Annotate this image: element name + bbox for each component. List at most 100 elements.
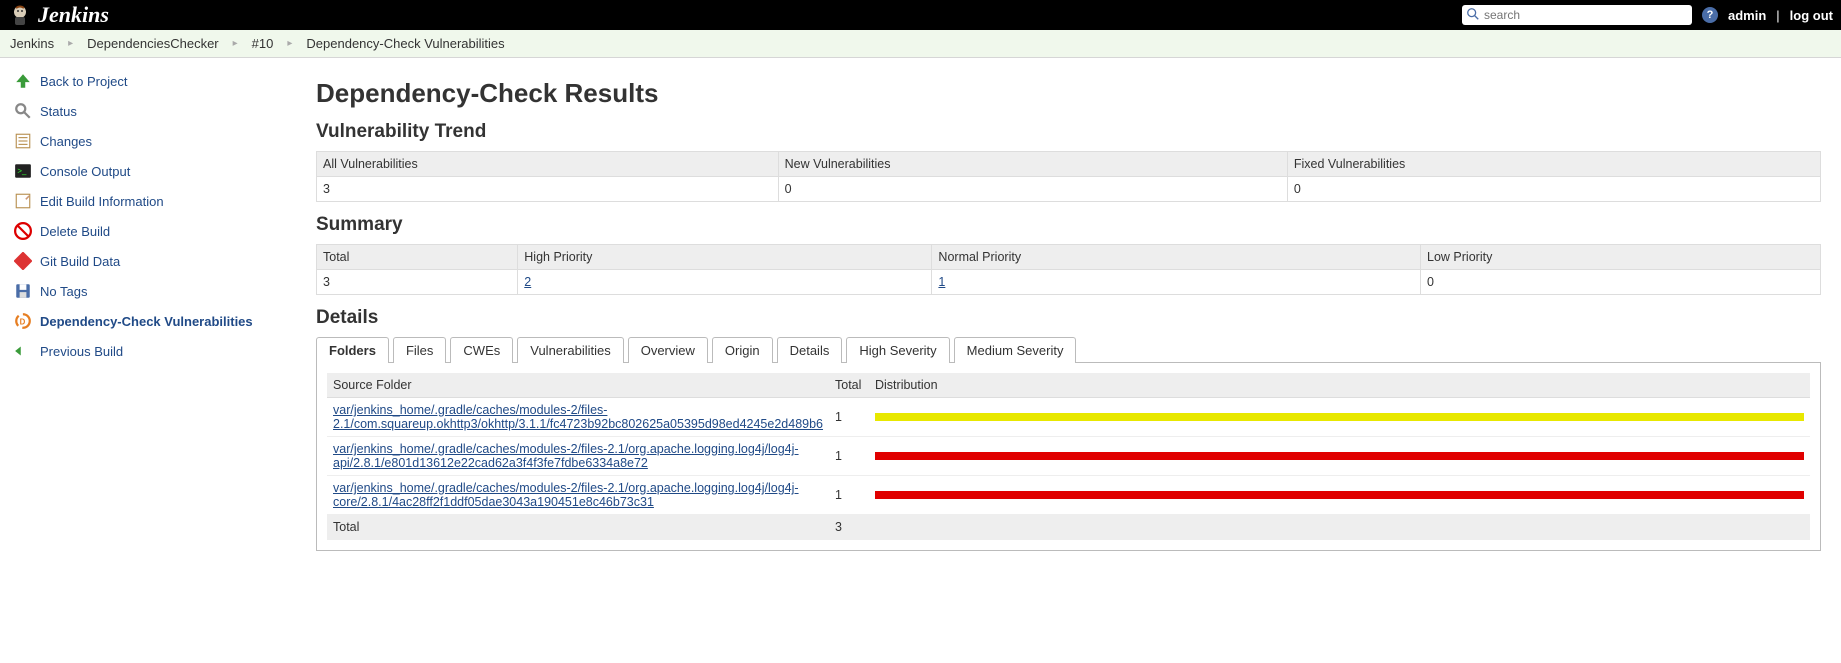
- save-icon: [14, 282, 32, 300]
- tab-medium-severity[interactable]: Medium Severity: [954, 337, 1077, 363]
- total-cell: 1: [829, 398, 869, 437]
- sidebar-item-label: Console Output: [40, 164, 130, 179]
- summary-value: 3: [317, 270, 518, 295]
- total-cell: 1: [829, 476, 869, 515]
- total-label: Total: [327, 515, 829, 540]
- sidebar-item-label: Status: [40, 104, 77, 119]
- sidebar-item-console-output[interactable]: >_ Console Output: [0, 156, 300, 186]
- sidebar-item-label: Delete Build: [40, 224, 110, 239]
- breadcrumb-item[interactable]: DependenciesChecker: [87, 36, 219, 51]
- details-tabs: Folders Files CWEs Vulnerabilities Overv…: [316, 337, 1821, 363]
- normal-priority-link[interactable]: 1: [938, 275, 945, 289]
- tab-origin[interactable]: Origin: [712, 337, 773, 363]
- sidebar-item-changes[interactable]: Changes: [0, 126, 300, 156]
- chevron-right-icon: ▸: [68, 38, 73, 49]
- sidebar-item-previous-build[interactable]: Previous Build: [0, 336, 300, 366]
- tab-folders[interactable]: Folders: [316, 337, 389, 363]
- distribution-bar: [875, 491, 1804, 499]
- sidebar-item-back-to-project[interactable]: Back to Project: [0, 66, 300, 96]
- sidebar-item-status[interactable]: Status: [0, 96, 300, 126]
- summary-table: Total High Priority Normal Priority Low …: [316, 244, 1821, 295]
- details-header: Total: [829, 373, 869, 398]
- distribution-cell: [869, 437, 1810, 476]
- distribution-cell: [869, 515, 1810, 540]
- tab-high-severity[interactable]: High Severity: [846, 337, 949, 363]
- details-heading: Details: [316, 307, 1821, 329]
- sidebar-item-label: No Tags: [40, 284, 87, 299]
- sidebar-item-edit-build-information[interactable]: Edit Build Information: [0, 186, 300, 216]
- svg-text:D: D: [20, 317, 26, 326]
- sidebar-item-delete-build[interactable]: Delete Build: [0, 216, 300, 246]
- summary-header: Low Priority: [1421, 245, 1821, 270]
- arrow-left-icon: [14, 342, 32, 360]
- breadcrumb-item[interactable]: #10: [252, 36, 274, 51]
- git-icon: [14, 252, 32, 270]
- folder-link[interactable]: var/jenkins_home/.gradle/caches/modules-…: [333, 403, 823, 431]
- main-content: Dependency-Check Results Vulnerability T…: [300, 58, 1841, 591]
- summary-heading: Summary: [316, 214, 1821, 236]
- table-row: var/jenkins_home/.gradle/caches/modules-…: [327, 398, 1810, 437]
- total-cell: 1: [829, 437, 869, 476]
- details-table: Source Folder Total Distribution var/jen…: [327, 373, 1810, 540]
- search-input[interactable]: [1480, 8, 1688, 22]
- chevron-right-icon: ▸: [287, 38, 292, 49]
- sidebar-item-label: Changes: [40, 134, 92, 149]
- logout-link[interactable]: log out: [1790, 8, 1833, 23]
- tab-overview[interactable]: Overview: [628, 337, 708, 363]
- logo-area[interactable]: Jenkins: [8, 2, 109, 28]
- folder-cell: var/jenkins_home/.gradle/caches/modules-…: [327, 398, 829, 437]
- trend-heading: Vulnerability Trend: [316, 121, 1821, 143]
- trend-header: Fixed Vulnerabilities: [1287, 152, 1820, 177]
- summary-value: 2: [518, 270, 932, 295]
- user-link[interactable]: admin: [1728, 8, 1766, 23]
- search-box[interactable]: [1462, 5, 1692, 25]
- sidebar-item-dependency-check-vulnerabilities[interactable]: D Dependency-Check Vulnerabilities: [0, 306, 300, 336]
- details-header: Source Folder: [327, 373, 829, 398]
- details-panel: Source Folder Total Distribution var/jen…: [316, 363, 1821, 551]
- page-title: Dependency-Check Results: [316, 78, 1821, 109]
- table-row: 3 0 0: [317, 177, 1821, 202]
- sidebar-item-no-tags[interactable]: No Tags: [0, 276, 300, 306]
- table-total-row: Total 3: [327, 515, 1810, 540]
- table-row: 3 2 1 0: [317, 270, 1821, 295]
- top-header: Jenkins ? admin | log out: [0, 0, 1841, 30]
- trend-table: All Vulnerabilities New Vulnerabilities …: [316, 151, 1821, 202]
- trend-value: 0: [778, 177, 1287, 202]
- folder-cell: var/jenkins_home/.gradle/caches/modules-…: [327, 476, 829, 515]
- help-icon[interactable]: ?: [1702, 7, 1718, 23]
- sidebar-item-label: Back to Project: [40, 74, 127, 89]
- tab-cwes[interactable]: CWEs: [450, 337, 513, 363]
- table-row: var/jenkins_home/.gradle/caches/modules-…: [327, 437, 1810, 476]
- trend-value: 0: [1287, 177, 1820, 202]
- folder-link[interactable]: var/jenkins_home/.gradle/caches/modules-…: [333, 442, 799, 470]
- tab-vulnerabilities[interactable]: Vulnerabilities: [517, 337, 623, 363]
- summary-header: Total: [317, 245, 518, 270]
- chevron-right-icon: ▸: [233, 38, 238, 49]
- distribution-bar: [875, 452, 1804, 460]
- tab-details[interactable]: Details: [777, 337, 843, 363]
- sidebar-item-git-build-data[interactable]: Git Build Data: [0, 246, 300, 276]
- sidebar-item-label: Previous Build: [40, 344, 123, 359]
- magnifier-icon: [14, 102, 32, 120]
- breadcrumb-item[interactable]: Dependency-Check Vulnerabilities: [306, 36, 504, 51]
- terminal-icon: >_: [14, 162, 32, 180]
- table-row: var/jenkins_home/.gradle/caches/modules-…: [327, 476, 1810, 515]
- svg-text:>_: >_: [17, 166, 27, 175]
- trend-header: All Vulnerabilities: [317, 152, 779, 177]
- jenkins-logo-icon: [8, 3, 32, 27]
- sidebar: Back to Project Status Changes >_ Consol…: [0, 58, 300, 591]
- trend-header: New Vulnerabilities: [778, 152, 1287, 177]
- sidebar-item-label: Git Build Data: [40, 254, 120, 269]
- sidebar-item-label: Dependency-Check Vulnerabilities: [40, 314, 253, 329]
- edit-icon: [14, 192, 32, 210]
- topbar-separator: |: [1776, 8, 1779, 23]
- high-priority-link[interactable]: 2: [524, 275, 531, 289]
- details-header: Distribution: [869, 373, 1810, 398]
- trend-value: 3: [317, 177, 779, 202]
- breadcrumb-item[interactable]: Jenkins: [10, 36, 54, 51]
- folder-link[interactable]: var/jenkins_home/.gradle/caches/modules-…: [333, 481, 799, 509]
- summary-header: Normal Priority: [932, 245, 1421, 270]
- tab-files[interactable]: Files: [393, 337, 446, 363]
- search-icon: [1466, 7, 1480, 24]
- document-icon: [14, 132, 32, 150]
